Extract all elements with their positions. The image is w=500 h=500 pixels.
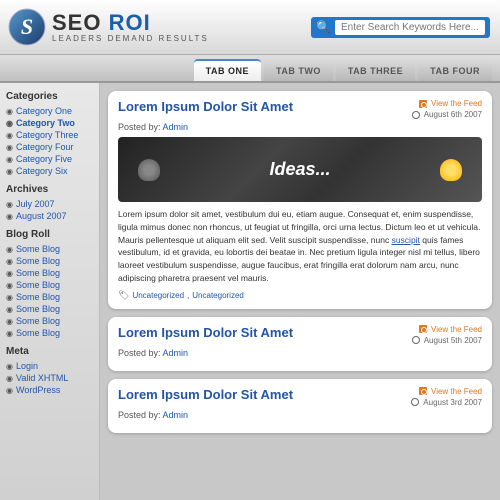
sidebar: Categories ◉Category One ◉Category Two ◉… — [0, 83, 100, 500]
logo-text: SEO ROI Leaders Demand Results — [52, 12, 209, 43]
post-card-2: Lorem Ipsum Dolor Sit Amet View the Feed… — [108, 317, 492, 371]
bulb-left-icon — [138, 159, 160, 181]
logo-seo: SEO — [52, 10, 101, 35]
sidebar-item-august[interactable]: ◉August 2007 — [6, 211, 93, 221]
post-author-link-1[interactable]: Admin — [163, 122, 189, 132]
view-feed-1[interactable]: View the Feed — [419, 99, 482, 108]
logo-heading: SEO ROI — [52, 12, 209, 34]
logo-tagline: Leaders Demand Results — [52, 34, 209, 43]
sidebar-categories-title: Categories — [6, 91, 93, 102]
post-meta-right-3: View the Feed August 3rd 2007 — [411, 387, 482, 407]
sidebar-blogroll-title: Blog Roll — [6, 229, 93, 240]
tab-tab-one[interactable]: TAB ONE — [194, 59, 261, 81]
tag-icon-1: 🏷 — [118, 290, 129, 301]
tab-tab-three[interactable]: TAB THREE — [336, 61, 415, 81]
sidebar-archives-title: Archives — [6, 184, 93, 195]
post-title-1[interactable]: Lorem Ipsum Dolor Sit Amet — [118, 99, 293, 114]
feed-icon-3 — [419, 387, 427, 395]
post-title-3[interactable]: Lorem Ipsum Dolor Sit Amet — [118, 387, 293, 402]
post-image-text: Ideas... — [269, 159, 330, 180]
sidebar-blog-5[interactable]: ◉Some Blog — [6, 292, 93, 302]
sidebar-item-cat6[interactable]: ◉Category Six — [6, 166, 93, 176]
post-header-3: Lorem Ipsum Dolor Sit Amet View the Feed… — [118, 387, 482, 407]
post-tag-1a[interactable]: Uncategorized — [132, 291, 184, 300]
header: S SEO ROI Leaders Demand Results 🔍 — [0, 0, 500, 55]
sidebar-item-july[interactable]: ◉July 2007 — [6, 199, 93, 209]
clock-icon-1 — [412, 111, 420, 119]
tab-tab-two[interactable]: TAB TWO — [264, 61, 333, 81]
logo-icon: S — [8, 8, 46, 46]
logo-roi: ROI — [109, 10, 151, 35]
sidebar-item-cat1[interactable]: ◉Category One — [6, 106, 93, 116]
sidebar-item-cat5[interactable]: ◉Category Five — [6, 154, 93, 164]
sidebar-blog-2[interactable]: ◉Some Blog — [6, 256, 93, 266]
bulb-right-icon — [440, 159, 462, 181]
post-date-1: August 6th 2007 — [412, 110, 482, 119]
post-byline-1: Posted by: Admin — [118, 122, 482, 132]
logo-area: S SEO ROI Leaders Demand Results — [8, 8, 209, 46]
post-title-2[interactable]: Lorem Ipsum Dolor Sit Amet — [118, 325, 293, 340]
sidebar-blog-4[interactable]: ◉Some Blog — [6, 280, 93, 290]
post-author-link-2[interactable]: Admin — [163, 348, 189, 358]
clock-icon-2 — [412, 336, 420, 344]
search-area[interactable]: 🔍 — [311, 17, 490, 38]
svg-text:S: S — [21, 14, 33, 39]
clock-icon-3 — [411, 398, 419, 406]
feed-icon-2 — [419, 325, 427, 333]
sidebar-blog-8[interactable]: ◉Some Blog — [6, 328, 93, 338]
post-date-3: August 3rd 2007 — [411, 398, 482, 407]
sidebar-blog-3[interactable]: ◉Some Blog — [6, 268, 93, 278]
post-author-link-3[interactable]: Admin — [163, 410, 189, 420]
post-meta-right-1: View the Feed August 6th 2007 — [412, 99, 482, 119]
post-card-1: Lorem Ipsum Dolor Sit Amet View the Feed… — [108, 91, 492, 309]
post-card-3: Lorem Ipsum Dolor Sit Amet View the Feed… — [108, 379, 492, 433]
post-image-1: Ideas... — [118, 137, 482, 202]
nav-tabs: TAB ONE TAB TWO TAB THREE TAB FOUR — [0, 55, 500, 83]
sidebar-blog-6[interactable]: ◉Some Blog — [6, 304, 93, 314]
sidebar-item-cat2[interactable]: ◉Category Two — [6, 118, 93, 128]
post-header-1: Lorem Ipsum Dolor Sit Amet View the Feed… — [118, 99, 482, 119]
search-icon: 🔍 — [316, 20, 331, 34]
post-byline-3: Posted by: Admin — [118, 410, 482, 420]
sidebar-item-cat4[interactable]: ◉Category Four — [6, 142, 93, 152]
view-feed-3[interactable]: View the Feed — [419, 387, 482, 396]
tab-tab-four[interactable]: TAB FOUR — [418, 61, 492, 81]
sidebar-blog-1[interactable]: ◉Some Blog — [6, 244, 93, 254]
sidebar-meta-login[interactable]: ◉Login — [6, 361, 93, 371]
post-tags-1: 🏷 Uncategorized , Uncategorized — [118, 290, 482, 301]
view-feed-2[interactable]: View the Feed — [419, 325, 482, 334]
post-tag-1b[interactable]: Uncategorized — [192, 291, 244, 300]
search-input[interactable] — [335, 20, 485, 35]
sidebar-item-cat3[interactable]: ◉Category Three — [6, 130, 93, 140]
sidebar-meta-wp[interactable]: ◉WordPress — [6, 385, 93, 395]
content-area: Lorem Ipsum Dolor Sit Amet View the Feed… — [100, 83, 500, 500]
post-body-1: Lorem ipsum dolor sit amet, vestibulum d… — [118, 208, 482, 285]
post-date-2: August 5th 2007 — [412, 336, 482, 345]
post-link-suscipit[interactable]: suscipit — [392, 235, 420, 245]
post-header-2: Lorem Ipsum Dolor Sit Amet View the Feed… — [118, 325, 482, 345]
post-byline-2: Posted by: Admin — [118, 348, 482, 358]
post-meta-right-2: View the Feed August 5th 2007 — [412, 325, 482, 345]
main-layout: Categories ◉Category One ◉Category Two ◉… — [0, 83, 500, 500]
sidebar-blog-7[interactable]: ◉Some Blog — [6, 316, 93, 326]
sidebar-meta-title: Meta — [6, 346, 93, 357]
feed-icon-1 — [419, 100, 427, 108]
sidebar-meta-xhtml[interactable]: ◉Valid XHTML — [6, 373, 93, 383]
